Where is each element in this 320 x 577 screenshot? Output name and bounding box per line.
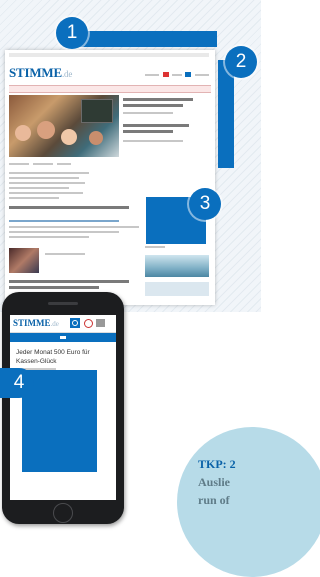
speaker-grille	[48, 302, 78, 305]
desktop-website-mockup: STIMME.de	[5, 50, 215, 305]
desktop-sidebar-image	[145, 255, 209, 277]
desktop-logo: STIMME.de	[9, 65, 73, 80]
callout-line-1: Auslie	[198, 475, 231, 489]
mobile-blue-bar	[10, 333, 116, 342]
home-button	[53, 503, 73, 523]
ad-placement-1	[68, 31, 217, 47]
desktop-article-image	[9, 248, 39, 273]
tkp-callout-text: TKP: 2 Auslie run of	[198, 455, 261, 509]
badge-2: 2	[225, 46, 257, 78]
menu-icon	[96, 319, 105, 327]
desktop-hero-image	[9, 95, 119, 157]
mobile-logo: STIMME.de	[13, 318, 59, 328]
search-icon	[70, 318, 80, 328]
desktop-top-bar	[9, 53, 209, 57]
callout-line-2: run of	[198, 493, 230, 507]
ad-placement-2	[218, 60, 234, 168]
user-icon	[84, 319, 93, 328]
chalkboard-shape	[81, 99, 113, 123]
desktop-navigation-bar	[9, 85, 211, 93]
badge-3: 3	[189, 188, 221, 220]
callout-title: TKP: 2	[198, 457, 236, 471]
desktop-toolbar	[145, 72, 211, 78]
badge-1: 1	[56, 17, 88, 49]
mobile-headline: Jeder Monat 500 Euro für Kassen-Glück	[16, 349, 90, 365]
badge-4: 4	[0, 368, 34, 398]
mobile-header: STIMME.de	[10, 315, 116, 333]
desktop-sidebar-box	[145, 282, 209, 296]
